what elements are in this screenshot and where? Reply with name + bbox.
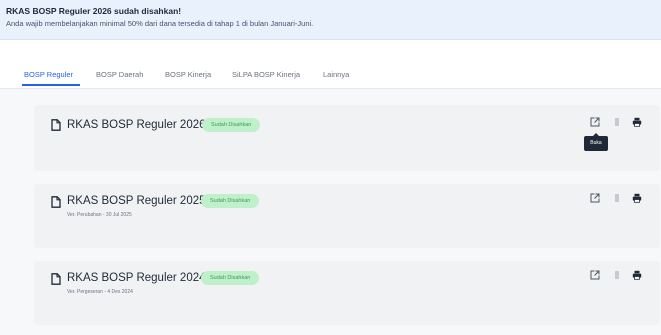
external-edit-icon[interactable]	[590, 117, 600, 127]
card-version: Ver. Pergeseran - 4 Des 2024	[67, 289, 133, 295]
trash-icon[interactable]	[612, 193, 622, 203]
status-badge: Sudah Disahkan	[202, 118, 261, 132]
success-alert: RKAS BOSP Reguler 2026 sudah disahkan! A…	[0, 0, 661, 40]
trash-icon[interactable]	[612, 270, 622, 280]
external-edit-icon[interactable]	[590, 270, 600, 280]
status-badge: Sudah Disahkan	[201, 271, 260, 285]
file-icon	[51, 196, 61, 208]
tab-bar: BOSP Reguler BOSP Daerah BOSP Kinerja Si…	[0, 52, 661, 89]
trash-icon[interactable]	[612, 117, 622, 127]
card-title: RKAS BOSP Reguler 2024	[67, 272, 206, 284]
rkas-card: RKAS BOSP Reguler 2024 Sudah Disahkan Ve…	[34, 261, 660, 325]
printer-icon[interactable]	[632, 193, 642, 203]
tab-lainnya[interactable]: Lainnya	[323, 52, 349, 88]
active-tab-indicator	[22, 84, 80, 86]
card-title: RKAS BOSP Reguler 2026	[67, 119, 206, 131]
file-icon	[51, 119, 61, 131]
tab-bosp-kinerja[interactable]: BOSP Kinerja	[165, 52, 211, 88]
file-icon	[51, 273, 61, 285]
rkas-card: RKAS BOSP Reguler 2026 Sudah Disahkan	[34, 105, 660, 171]
external-edit-icon[interactable]	[590, 193, 600, 203]
card-title: RKAS BOSP Reguler 2025	[67, 195, 206, 207]
status-badge: Sudah Disahkan	[201, 194, 260, 208]
tab-bosp-reguler[interactable]: BOSP Reguler	[24, 52, 73, 88]
rkas-card: RKAS BOSP Reguler 2025 Sudah Disahkan Ve…	[34, 184, 660, 248]
alert-title: RKAS BOSP Reguler 2026 sudah disahkan!	[6, 6, 182, 16]
tab-bosp-daerah[interactable]: BOSP Daerah	[96, 52, 143, 88]
card-version: Ver. Perubahan - 30 Jul 2025	[67, 212, 132, 218]
tab-silpa-bosp-kinerja[interactable]: SiLPA BOSP Kinerja	[232, 52, 300, 88]
tooltip: Buka	[584, 133, 608, 151]
printer-icon[interactable]	[632, 117, 642, 127]
printer-icon[interactable]	[632, 270, 642, 280]
alert-text: Anda wajib membelanjakan minimal 50% dar…	[6, 19, 314, 28]
